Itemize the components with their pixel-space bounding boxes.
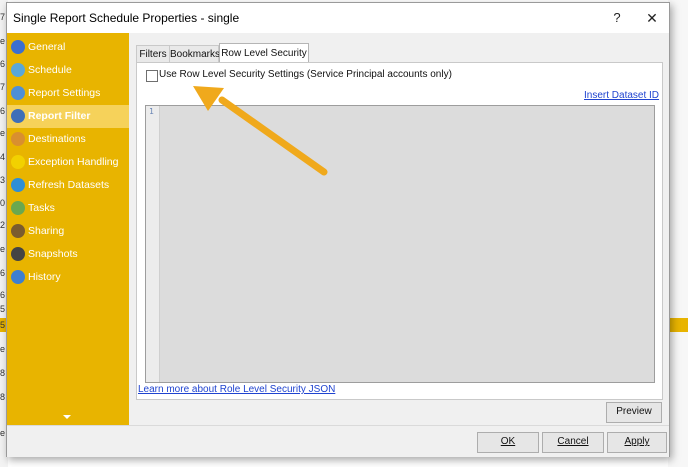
annotation-arrow: [193, 86, 328, 176]
arrow-shaft: [218, 96, 328, 176]
